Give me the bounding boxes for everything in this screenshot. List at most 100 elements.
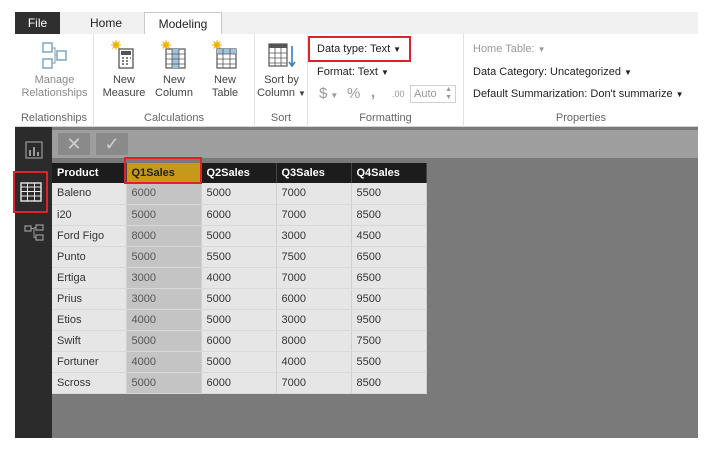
- column-header-q2sales[interactable]: Q2Sales: [201, 163, 277, 183]
- table-cell[interactable]: 9500: [351, 309, 427, 331]
- new-table-button[interactable]: New Table: [200, 40, 250, 100]
- table-row: i20 5000 6000 7000 8500: [52, 204, 427, 226]
- data-type-highlight: [308, 36, 411, 62]
- table-cell[interactable]: Ford Figo: [52, 225, 127, 247]
- report-view-button[interactable]: [19, 136, 48, 164]
- table-cell[interactable]: 4500: [351, 225, 427, 247]
- decimal-places-value: Auto: [414, 88, 437, 100]
- table-cell[interactable]: 4000: [276, 351, 352, 373]
- default-summarization-label: Default Summarization: Don't summarize: [473, 88, 673, 100]
- table-cell[interactable]: 6000: [201, 372, 277, 394]
- table-cell[interactable]: Punto: [52, 246, 127, 268]
- table-cell[interactable]: 6500: [351, 246, 427, 268]
- table-cell[interactable]: 7000: [276, 183, 352, 205]
- table-cell[interactable]: 7500: [276, 246, 352, 268]
- stepper-arrows-icon[interactable]: ▲ ▼: [445, 86, 452, 102]
- sort-line1: Sort by: [264, 74, 299, 86]
- table-cell[interactable]: 5000: [126, 330, 202, 352]
- new-table-icon: [212, 40, 237, 69]
- new-column-button[interactable]: New Column: [149, 40, 199, 100]
- tab-file[interactable]: File: [15, 12, 60, 34]
- relationship-view-button[interactable]: [19, 219, 48, 247]
- cancel-formula-button[interactable]: ✕: [58, 133, 90, 155]
- table-cell[interactable]: 5500: [351, 351, 427, 373]
- table-cell[interactable]: 4000: [201, 267, 277, 289]
- currency-button[interactable]: $ ▼: [319, 85, 338, 102]
- table-cell[interactable]: 6000: [201, 204, 277, 226]
- table-cell[interactable]: 5000: [126, 204, 202, 226]
- new-measure-line2: Measure: [102, 87, 146, 99]
- table-cell[interactable]: Etios: [52, 309, 127, 331]
- decimal-places-stepper[interactable]: Auto ▲ ▼: [410, 85, 456, 103]
- chevron-down-icon: ▼: [675, 90, 684, 99]
- table-cell[interactable]: 6000: [276, 288, 352, 310]
- data-table: Product Q1Sales Q2Sales Q3Sales Q4Sales …: [52, 163, 427, 394]
- table-cell[interactable]: 5500: [201, 246, 277, 268]
- table-cell[interactable]: 7000: [276, 204, 352, 226]
- table-cell[interactable]: 3000: [126, 267, 202, 289]
- table-cell[interactable]: 6500: [351, 267, 427, 289]
- table-cell[interactable]: 7000: [276, 267, 352, 289]
- table-cell[interactable]: 5500: [351, 183, 427, 205]
- table-cell[interactable]: i20: [52, 204, 127, 226]
- data-view-button[interactable]: [13, 171, 48, 213]
- table-cell[interactable]: 4000: [126, 309, 202, 331]
- table-row: Fortuner 4000 5000 4000 5500: [52, 351, 427, 373]
- table-cell[interactable]: 5000: [201, 183, 277, 205]
- table-cell[interactable]: Scross: [52, 372, 127, 394]
- table-cell[interactable]: Fortuner: [52, 351, 127, 373]
- comma-button[interactable]: ,: [371, 84, 375, 101]
- new-column-line2: Column: [155, 87, 193, 99]
- table-cell[interactable]: 6000: [126, 183, 202, 205]
- data-category-dropdown[interactable]: Data Category: Uncategorized ▼: [473, 66, 632, 78]
- table-cell[interactable]: 8000: [126, 225, 202, 247]
- column-header-product[interactable]: Product: [52, 163, 127, 183]
- new-measure-button[interactable]: New Measure: [99, 40, 149, 100]
- sort-by-column-button[interactable]: Sort by Column ▼: [255, 40, 308, 100]
- table-cell[interactable]: 5000: [201, 225, 277, 247]
- relationships-icon: [23, 224, 44, 241]
- table-cell[interactable]: 7000: [276, 372, 352, 394]
- table-cell[interactable]: 3000: [276, 309, 352, 331]
- table-cell[interactable]: 4000: [126, 351, 202, 373]
- table-cell[interactable]: 8500: [351, 204, 427, 226]
- table-cell[interactable]: 3000: [276, 225, 352, 247]
- table-cell[interactable]: Prius: [52, 288, 127, 310]
- new-column-line1: New: [162, 74, 185, 86]
- table-cell[interactable]: 5000: [126, 372, 202, 394]
- table-row: Etios 4000 5000 3000 9500: [52, 309, 427, 331]
- format-dropdown[interactable]: Format: Text ▼: [317, 66, 389, 78]
- percent-button[interactable]: %: [347, 85, 360, 102]
- table-cell[interactable]: 6000: [201, 330, 277, 352]
- table-cell[interactable]: Baleno: [52, 183, 127, 205]
- table-cell[interactable]: 5000: [201, 309, 277, 331]
- table-cell[interactable]: 5000: [201, 351, 277, 373]
- manage-relationships-button[interactable]: Manage Relationships: [18, 40, 91, 100]
- column-header-q3sales[interactable]: Q3Sales: [276, 163, 352, 183]
- properties-group: Home Table: ▼ Data Category: Uncategorize…: [464, 34, 698, 127]
- ribbon-tab-bar: File Home Modeling: [15, 12, 698, 36]
- calculator-icon: [111, 40, 134, 69]
- table-cell[interactable]: 3000: [126, 288, 202, 310]
- table-cell[interactable]: Swift: [52, 330, 127, 352]
- table-cell[interactable]: 5000: [201, 288, 277, 310]
- table-row: Swift 5000 6000 8000 7500: [52, 330, 427, 352]
- table-cell[interactable]: 9500: [351, 288, 427, 310]
- column-header-q4sales[interactable]: Q4Sales: [351, 163, 427, 183]
- table-cell[interactable]: Ertiga: [52, 267, 127, 289]
- sort-line2: Column: [257, 87, 295, 99]
- tab-modeling[interactable]: Modeling: [144, 12, 222, 36]
- default-summarization-dropdown[interactable]: Default Summarization: Don't summarize ▼: [473, 88, 683, 100]
- home-table-label: Home Table:: [473, 43, 535, 55]
- properties-group-label: Properties: [555, 112, 607, 124]
- calculations-group-label: Calculations: [144, 112, 204, 124]
- table-cell[interactable]: 8000: [276, 330, 352, 352]
- table-cell[interactable]: 7500: [351, 330, 427, 352]
- decimals-button[interactable]: .00: [392, 89, 405, 99]
- table-row: Prius 3000 5000 6000 9500: [52, 288, 427, 310]
- table-cell[interactable]: 5000: [126, 246, 202, 268]
- table-cell[interactable]: 8500: [351, 372, 427, 394]
- home-table-dropdown[interactable]: Home Table: ▼: [473, 43, 545, 55]
- tab-home[interactable]: Home: [77, 12, 135, 34]
- commit-formula-button[interactable]: ✓: [96, 133, 128, 155]
